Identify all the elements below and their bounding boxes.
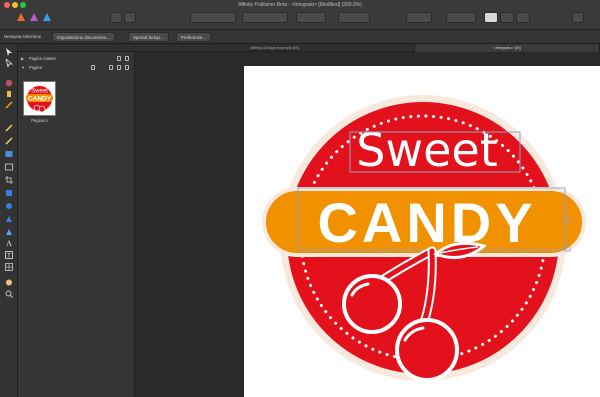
context-toolbar: Nessuna selezione Impostazione documento… <box>0 30 600 44</box>
doc-tab-integrato[interactable]: <Integrato> [M] <box>415 44 600 52</box>
align-buttons[interactable] <box>242 12 288 23</box>
tools-panel: A T <box>0 44 18 397</box>
svg-text:A: A <box>6 239 12 247</box>
delete-page-icon[interactable] <box>125 65 129 70</box>
photo-persona-icon[interactable] <box>29 12 39 22</box>
zoom-dropdown[interactable] <box>406 12 432 23</box>
svg-text:CANDY: CANDY <box>28 96 52 103</box>
delete-master-icon[interactable] <box>125 56 129 61</box>
boolean-buttons[interactable] <box>338 12 370 23</box>
image-icon[interactable] <box>5 150 13 158</box>
window-title: Affinity Publisher Beta - <Integrato> [M… <box>238 2 362 8</box>
triangle-tool-icon[interactable] <box>5 215 13 223</box>
canvas[interactable]: Sweet CANDY <box>135 52 600 397</box>
color-picker-icon[interactable] <box>5 79 13 87</box>
designer-persona-icon[interactable] <box>42 12 52 22</box>
hand-tool-icon[interactable] <box>5 278 13 286</box>
view-mode-bleed-button[interactable] <box>500 12 514 23</box>
document-setup-button[interactable]: Impostazione documento... <box>52 32 115 42</box>
title-bar: Affinity Publisher Beta - <Integrato> [M… <box>0 0 600 30</box>
logo-line1[interactable]: Sweet <box>356 123 497 177</box>
text-tool-icon[interactable]: A <box>5 239 13 247</box>
document-tabs: Affinity Design example [M] <Integrato> … <box>18 44 600 52</box>
duplicate-page-icon[interactable] <box>117 65 121 70</box>
sweet-candy-logo[interactable]: Sweet CANDY <box>244 66 600 397</box>
crop-icon[interactable] <box>5 176 13 184</box>
pages-panel: Pagine Asset ≡ ▶ Pagine master ▼ Pagine … <box>18 44 135 397</box>
frame-text-icon[interactable]: T <box>5 251 13 259</box>
snapping-buttons[interactable] <box>446 12 476 23</box>
logo-line2[interactable]: CANDY <box>317 191 536 254</box>
arrange-buttons[interactable] <box>190 12 236 23</box>
ellipse-tool-icon[interactable] <box>5 202 13 210</box>
artboard[interactable]: Sweet CANDY <box>244 66 600 397</box>
page-options-icon[interactable] <box>91 65 95 70</box>
zoom-tool-icon[interactable] <box>5 290 13 298</box>
selection-status: Nessuna selezione <box>4 34 42 39</box>
publisher-persona-icon[interactable] <box>16 12 26 22</box>
view-mode-normal-button[interactable] <box>484 12 498 23</box>
add-master-icon[interactable] <box>117 56 121 61</box>
pencil-tool-icon[interactable] <box>5 101 13 109</box>
thumbnail-label: Pagina 5 <box>31 118 48 123</box>
image-tool-icon[interactable] <box>5 163 13 171</box>
page-thumbnail[interactable]: Sweet CANDY <box>23 81 56 116</box>
settings-button[interactable] <box>124 12 136 23</box>
fill-tool-icon[interactable] <box>5 90 13 98</box>
rectangle-tool-icon[interactable] <box>5 189 13 197</box>
master-pages-row[interactable]: ▶ Pagine master <box>18 54 135 63</box>
spread-setup-button[interactable]: Spread Setup... <box>128 32 169 42</box>
svg-text:Sweet: Sweet <box>31 89 48 95</box>
pen-shape-icon[interactable] <box>5 228 13 236</box>
assistant-button[interactable] <box>110 12 122 23</box>
add-page-icon[interactable] <box>109 65 113 70</box>
view-mode-clip-button[interactable] <box>516 12 530 23</box>
pen-tool-icon[interactable] <box>5 124 13 132</box>
preferences-button[interactable]: Preferenze... <box>176 32 212 42</box>
thumbnail-logo: Sweet CANDY <box>26 85 53 113</box>
preflight-button[interactable] <box>572 12 584 23</box>
move-tool-icon[interactable] <box>5 48 13 56</box>
svg-text:T: T <box>7 254 11 260</box>
doc-tab-design-example[interactable]: Affinity Design example [M] <box>135 44 415 52</box>
expanded-triangle-icon[interactable]: ▼ <box>21 63 25 72</box>
transform-buttons[interactable] <box>296 12 326 23</box>
pages-row[interactable]: ▼ Pagine <box>18 63 135 72</box>
picture-frame-icon[interactable] <box>5 137 13 145</box>
node-tool-icon[interactable] <box>5 59 13 67</box>
table-tool-icon[interactable] <box>5 263 13 271</box>
collapsed-triangle-icon[interactable]: ▶ <box>21 54 24 63</box>
